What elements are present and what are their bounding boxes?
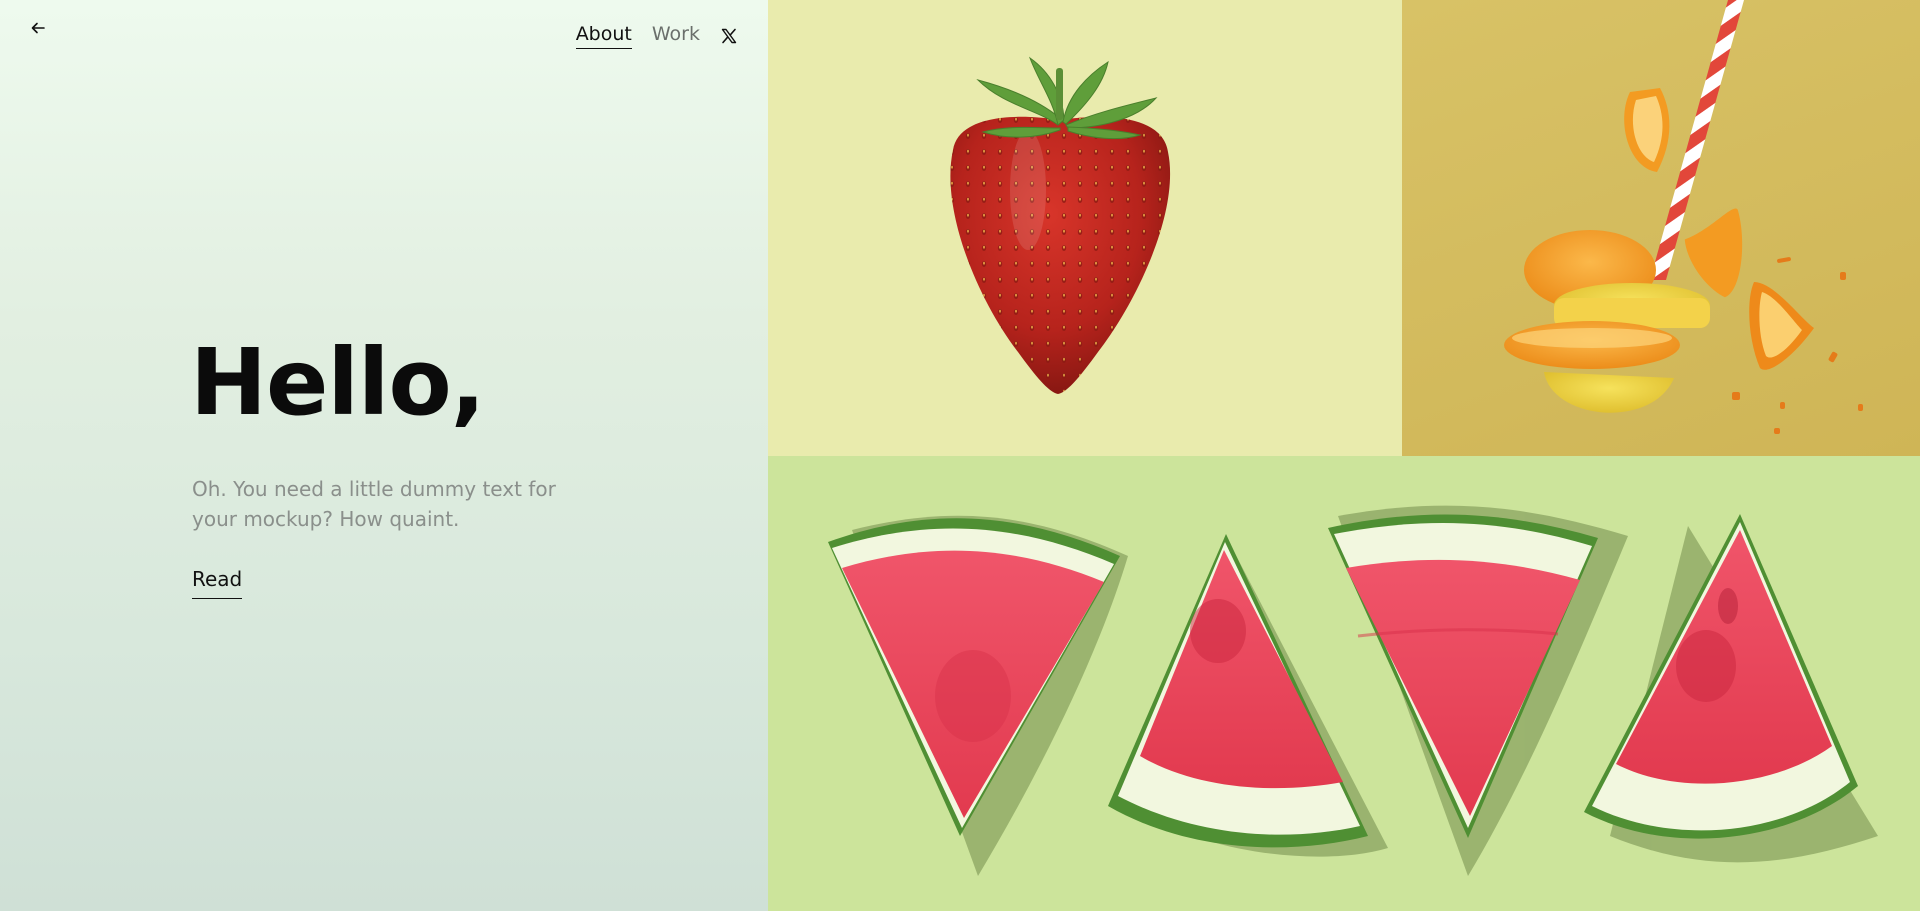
- top-nav: About Work: [575, 22, 738, 49]
- orange-drink-image: [1402, 0, 1920, 456]
- read-link[interactable]: Read: [192, 566, 243, 599]
- watermelon-illustration: [828, 505, 1878, 876]
- watermelon-image: [768, 456, 1920, 911]
- nav-link-about[interactable]: About: [575, 22, 632, 49]
- hero-subtitle: Oh. You need a little dummy text for you…: [192, 477, 556, 531]
- arrow-left-icon: [31, 22, 45, 34]
- hero-panel: About Work Hello, Oh. You need a little …: [0, 0, 768, 911]
- x-logo-icon[interactable]: [720, 27, 738, 45]
- strawberry-image: [768, 0, 1402, 456]
- strawberry-illustration: [950, 56, 1171, 394]
- orange-drink-illustration: [1504, 0, 1863, 434]
- nav-link-work[interactable]: Work: [652, 22, 700, 49]
- back-button[interactable]: [28, 18, 48, 38]
- hero-title: Hello,: [190, 329, 486, 436]
